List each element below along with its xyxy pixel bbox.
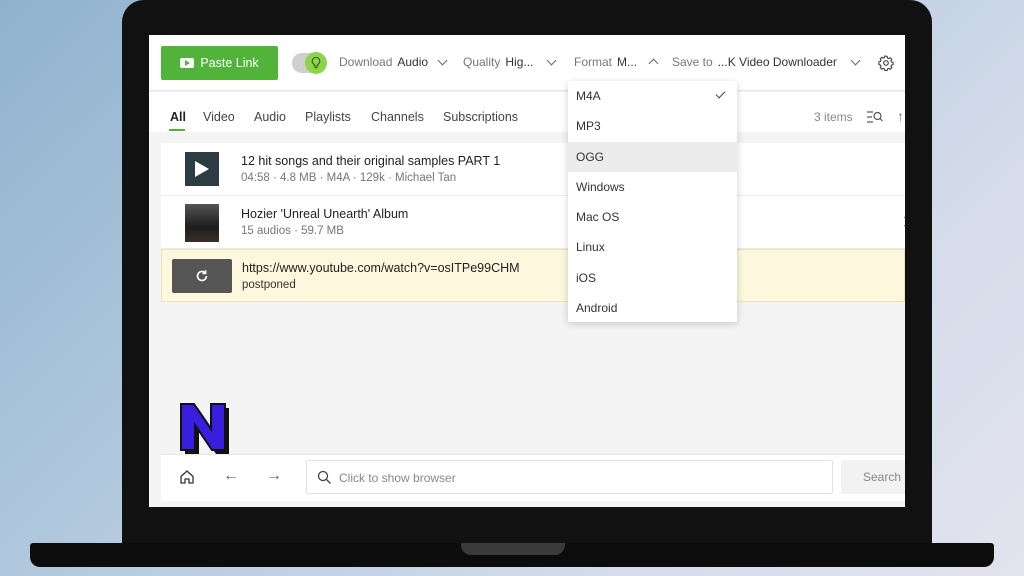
paste-link-label: Paste Link bbox=[200, 56, 259, 70]
retry-button[interactable] bbox=[172, 259, 232, 293]
search-icon bbox=[317, 470, 331, 484]
thumbnail bbox=[185, 204, 219, 242]
tab-all[interactable]: All bbox=[170, 110, 186, 124]
save-to-select[interactable]: Save to ...K Video Downloader bbox=[672, 55, 861, 69]
format-option-macos[interactable]: Mac OS bbox=[568, 202, 737, 232]
item-meta: 04:58 · 4.8 MB · M4A · 129k · Michael Ta… bbox=[241, 172, 457, 184]
download-type-select[interactable]: Download Audio bbox=[339, 55, 448, 69]
format-dropdown: M4A MP3 OGG Windows Mac OS Linux iOS And… bbox=[568, 81, 737, 322]
item-url: https://www.youtube.com/watch?v=osITPe99… bbox=[242, 261, 520, 275]
thumbnail bbox=[185, 152, 219, 186]
option-label: iOS bbox=[576, 270, 597, 285]
option-label: Linux bbox=[576, 240, 605, 255]
item-status: postponed bbox=[242, 279, 296, 291]
format-option-ogg[interactable]: OGG bbox=[568, 141, 737, 172]
chevron-up-icon bbox=[648, 58, 659, 69]
browser-bar: ← → Click to show browser Search bbox=[161, 454, 905, 501]
items-count: 3 items bbox=[814, 110, 853, 124]
forward-arrow-icon[interactable]: → bbox=[266, 467, 282, 485]
tab-audio[interactable]: Audio bbox=[254, 110, 286, 124]
format-select[interactable]: Format M... bbox=[574, 55, 659, 69]
tab-bar: All Video Audio Playlists Channels Subsc… bbox=[149, 92, 905, 132]
app-window: Paste Link Download Audio Quality Hig...… bbox=[149, 35, 905, 507]
chevron-down-icon bbox=[850, 55, 861, 65]
format-option-mp3[interactable]: MP3 bbox=[568, 111, 737, 141]
tab-playlists[interactable]: Playlists bbox=[305, 110, 351, 124]
format-option-linux[interactable]: Linux bbox=[568, 232, 737, 262]
save-to-label: Save to bbox=[672, 55, 713, 69]
format-option-windows[interactable]: Windows bbox=[568, 172, 737, 202]
format-option-ios[interactable]: iOS bbox=[568, 263, 737, 293]
download-value: Audio bbox=[397, 55, 429, 69]
quality-value: Hig... bbox=[505, 55, 534, 69]
option-label: MP3 bbox=[576, 119, 601, 134]
laptop-notch bbox=[461, 543, 565, 555]
list-item[interactable]: Hozier 'Unreal Unearth' Album 15 audios … bbox=[161, 196, 905, 249]
play-icon bbox=[195, 161, 209, 177]
bulb-icon bbox=[305, 52, 327, 74]
item-title: Hozier 'Unreal Unearth' Album bbox=[241, 207, 409, 221]
item-meta: 15 audios · 59.7 MB bbox=[241, 225, 344, 237]
chevron-right-icon[interactable] bbox=[899, 216, 905, 227]
check-icon bbox=[715, 88, 726, 99]
option-label: Android bbox=[576, 300, 618, 315]
option-label: Mac OS bbox=[576, 210, 620, 225]
item-title: 12 hit songs and their original samples … bbox=[241, 154, 501, 168]
search-placeholder: Click to show browser bbox=[339, 471, 456, 485]
option-label: M4A bbox=[576, 89, 601, 104]
save-to-value: ...K Video Downloader bbox=[717, 55, 837, 69]
gear-icon[interactable] bbox=[878, 55, 894, 76]
chevron-down-icon bbox=[437, 55, 448, 65]
smart-mode-toggle[interactable] bbox=[292, 52, 327, 74]
tab-channels[interactable]: Channels bbox=[371, 110, 424, 124]
active-tab-indicator bbox=[169, 129, 185, 131]
tab-video[interactable]: Video bbox=[203, 110, 235, 124]
format-label: Format bbox=[574, 55, 613, 69]
option-label: OGG bbox=[576, 149, 605, 164]
list-search-icon[interactable] bbox=[866, 110, 884, 129]
back-arrow-icon[interactable]: ← bbox=[223, 467, 239, 485]
tab-subscriptions[interactable]: Subscriptions bbox=[443, 110, 518, 124]
list-item-postponed[interactable]: https://www.youtube.com/watch?v=osITPe99… bbox=[161, 249, 905, 302]
sort-icon[interactable]: ↑ bbox=[897, 108, 904, 124]
paste-link-button[interactable]: Paste Link bbox=[161, 46, 278, 80]
browser-search-input[interactable]: Click to show browser bbox=[306, 460, 833, 494]
quality-select[interactable]: Quality Hig... bbox=[463, 55, 557, 69]
home-icon[interactable] bbox=[179, 469, 195, 490]
chevron-down-icon bbox=[546, 55, 557, 65]
refresh-icon bbox=[196, 270, 208, 282]
download-list: 12 hit songs and their original samples … bbox=[161, 143, 905, 302]
quality-label: Quality bbox=[463, 55, 501, 69]
n-logo bbox=[177, 400, 241, 465]
search-button[interactable]: Search bbox=[841, 460, 905, 494]
download-label: Download bbox=[339, 55, 393, 69]
format-value: M... bbox=[617, 55, 638, 69]
format-option-android[interactable]: Android bbox=[568, 293, 737, 323]
list-item[interactable]: 12 hit songs and their original samples … bbox=[161, 143, 905, 196]
top-toolbar: Paste Link Download Audio Quality Hig...… bbox=[149, 35, 905, 91]
format-option-m4a[interactable]: M4A bbox=[568, 81, 737, 111]
youtube-icon bbox=[180, 58, 195, 68]
option-label: Windows bbox=[576, 179, 625, 194]
